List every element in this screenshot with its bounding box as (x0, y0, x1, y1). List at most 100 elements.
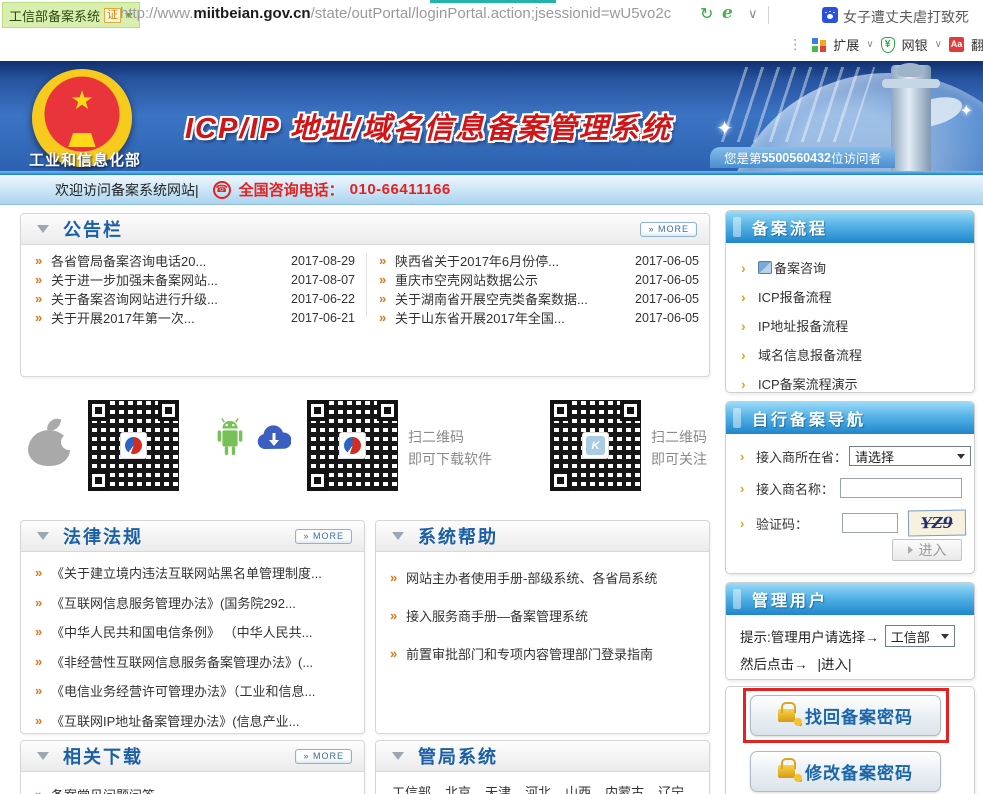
admin-tip-text: 提示:管理用户请选择→ (740, 626, 879, 646)
law-link[interactable]: 《互联网IP地址备案管理办法》(信息产业... (51, 711, 354, 730)
laws-more-button[interactable]: » MORE (295, 529, 352, 544)
law-item[interactable]: 《互联网信息服务管理办法》(国务院292... (21, 588, 364, 618)
help-item[interactable]: 接入服务商手册—备案管理系统 (376, 596, 709, 634)
help-link[interactable]: 网站主办者使用手册-部级系统、各省局系统 (406, 568, 699, 587)
bureau-link[interactable]: 内蒙古 (605, 782, 644, 794)
law-link[interactable]: 《非经营性互联网信息服务备案管理办法》(... (51, 652, 354, 671)
announcement-list-right: 陕西省关于2017年6月份停...2017-06-05 重庆市空壳网站数据公示2… (365, 245, 709, 327)
announcement-item[interactable]: 各省管局备案咨询电话20...2017-08-29 (21, 251, 365, 270)
url-path: /state/outPortal/loginPortal.action;jses… (311, 5, 672, 22)
announcement-item[interactable]: 陕西省关于2017年6月份停...2017-06-05 (365, 251, 709, 270)
collapse-arrow-icon[interactable] (37, 752, 49, 760)
announcement-title[interactable]: 关于山东省开展2017年全国... (395, 308, 623, 327)
bureau-link[interactable]: 北京 (445, 782, 471, 794)
announcement-title[interactable]: 关于开展2017年第一次... (51, 308, 279, 327)
law-item[interactable]: 《互联网IP地址备案管理办法》(信息产业... (21, 706, 364, 736)
process-item[interactable]: ICP备案流程演示 (726, 369, 974, 398)
announcement-item[interactable]: 关于开展2017年第一次...2017-06-21 (21, 308, 365, 327)
bureau-link[interactable]: 工信部 (392, 782, 431, 794)
hotline-label: 全国咨询电话： (239, 179, 344, 200)
help-item[interactable]: 网站主办者使用手册-部级系统、各省局系统 (376, 558, 709, 596)
download-link[interactable]: 备案常见问题问答 (51, 785, 354, 794)
law-link[interactable]: 《关于建立境内违法互联网站黑名单管理制度... (51, 563, 354, 582)
admin-title: 管理用户 (752, 587, 828, 611)
announcement-title[interactable]: 关于进一步加强未备案网站... (51, 270, 279, 289)
extensions-icon[interactable] (812, 38, 826, 52)
announcements-more-button[interactable]: » MORE (640, 222, 697, 237)
admin-select[interactable]: 工信部 (885, 625, 955, 647)
banking-caret-icon[interactable]: ∨ (935, 39, 942, 50)
bureau-link[interactable]: 河北 (525, 782, 551, 794)
bureau-link[interactable]: 山西 (565, 782, 591, 794)
arrow-right-icon (908, 546, 913, 554)
help-item[interactable]: 前置审批部门和专项内容管理部门登录指南 (376, 634, 709, 672)
find-password-button[interactable]: 找回备案密码 (750, 695, 941, 736)
announcement-item[interactable]: 关于进一步加强未备案网站...2017-08-07 (21, 270, 365, 289)
hotline-number: 010-66411166 (350, 181, 451, 198)
banking-shield-icon[interactable]: ¥ (881, 37, 895, 53)
process-item[interactable]: IP地址报备流程 (726, 311, 974, 340)
extensions-caret-icon[interactable]: ∨ (866, 39, 873, 50)
news-headline-link[interactable]: 女子遭丈夫虐打致死 (843, 7, 969, 27)
isp-name-input[interactable] (840, 478, 962, 498)
law-link[interactable]: 《中华人民共和国电信条例》 （中华人民共... (51, 622, 354, 641)
change-password-button[interactable]: 修改备案密码 (750, 751, 941, 792)
translate-label[interactable]: 翻译 (971, 35, 983, 54)
law-item[interactable]: 《电信业务经营许可管理办法》（工业和信息... (21, 676, 364, 706)
law-link[interactable]: 《电信业务经营许可管理办法》（工业和信息... (51, 681, 354, 700)
process-link[interactable]: ICP报备流程 (758, 287, 832, 306)
qr-center-logo: K (582, 432, 609, 459)
enter-button[interactable]: 进入 (892, 539, 962, 561)
process-link[interactable]: IP地址报备流程 (758, 316, 848, 335)
announcement-title[interactable]: 关于备案咨询网站进行升级... (51, 289, 279, 308)
url-prefix: http://www. (120, 5, 193, 22)
law-link[interactable]: 《互联网信息服务管理办法》(国务院292... (51, 593, 354, 612)
collapse-arrow-icon[interactable] (37, 532, 49, 540)
captcha-image[interactable]: YZ9 (908, 509, 966, 536)
collapse-arrow-icon[interactable] (37, 225, 49, 233)
province-select[interactable]: 请选择 (849, 446, 971, 466)
bureau-link[interactable]: 天津 (485, 782, 511, 794)
refresh-icon[interactable]: ↻ (700, 4, 713, 24)
law-item[interactable]: 《关于建立境内违法互联网站黑名单管理制度... (21, 558, 364, 588)
address-url[interactable]: http://www.miitbeian.gov.cn/state/outPor… (120, 5, 671, 22)
ie-compat-icon[interactable]: e (722, 3, 733, 23)
process-link[interactable]: 域名信息报备流程 (758, 345, 862, 364)
announcement-title[interactable]: 各省管局备案咨询电话20... (51, 251, 279, 270)
announcement-date: 2017-06-05 (623, 311, 699, 325)
baidu-paw-icon[interactable] (822, 7, 838, 23)
process-link[interactable]: ICP备案流程演示 (758, 374, 858, 393)
process-item[interactable]: ICP报备流程 (726, 282, 974, 311)
extensions-label[interactable]: 扩展 (833, 35, 859, 54)
menu-dots-icon[interactable]: ⋮ (788, 36, 802, 53)
huabiao-pillar-graphic (891, 65, 931, 175)
collapse-arrow-icon[interactable] (392, 532, 404, 540)
url-dropdown-icon[interactable]: ∨ (748, 6, 758, 22)
law-item[interactable]: 《中华人民共和国电信条例》 （中华人民共... (21, 617, 364, 647)
process-item[interactable]: 域名信息报备流程 (726, 340, 974, 369)
admin-enter-link[interactable]: |进入| (818, 653, 852, 673)
law-item[interactable]: 《非经营性互联网信息服务备案管理办法》(... (21, 647, 364, 677)
announcement-date: 2017-08-07 (279, 273, 355, 287)
process-link[interactable]: 备案咨询 (774, 258, 826, 277)
announcement-item[interactable]: 关于备案咨询网站进行升级...2017-06-22 (21, 289, 365, 308)
laws-list: 《关于建立境内违法互联网站黑名单管理制度... 《互联网信息服务管理办法》(国务… (21, 552, 364, 735)
captcha-input[interactable] (842, 513, 898, 533)
process-item[interactable]: 备案咨询 (726, 253, 974, 282)
announcement-title[interactable]: 关于湖南省开展空壳类备案数据... (395, 289, 623, 308)
announcement-item[interactable]: 关于山东省开展2017年全国...2017-06-05 (365, 308, 709, 327)
collapse-arrow-icon[interactable] (392, 752, 404, 760)
bureau-link[interactable]: 辽宁 (658, 782, 684, 794)
downloads-more-button[interactable]: » MORE (295, 749, 352, 764)
announcement-title[interactable]: 重庆市空壳网站数据公示 (395, 270, 623, 289)
qr-download-caption: 扫二维码 即可下载软件 (408, 426, 492, 515)
help-link[interactable]: 前置审批部门和专项内容管理部门登录指南 (406, 644, 699, 663)
self-filing-panel: 自行备案导航 接入商所在省： 请选择 接入商名称： 验证码： YZ9 进入 (725, 401, 975, 574)
announcement-item[interactable]: 重庆市空壳网站数据公示2017-06-05 (365, 270, 709, 289)
announcement-title[interactable]: 陕西省关于2017年6月份停... (395, 251, 623, 270)
download-item[interactable]: 备案常见问题问答 (21, 778, 364, 794)
translate-icon[interactable]: Aa (949, 37, 964, 52)
banking-label[interactable]: 网银 (902, 35, 928, 54)
help-link[interactable]: 接入服务商手册—备案管理系统 (406, 606, 699, 625)
announcement-item[interactable]: 关于湖南省开展空壳类备案数据...2017-06-05 (365, 289, 709, 308)
